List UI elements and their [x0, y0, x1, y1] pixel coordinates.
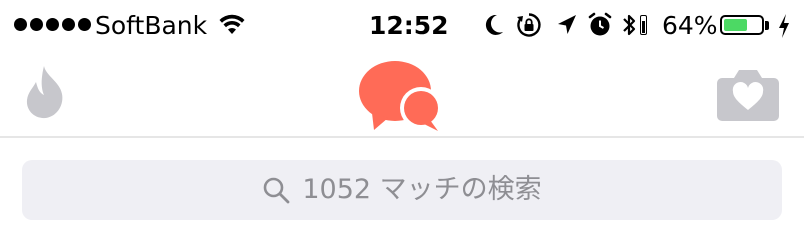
signal-dot	[62, 18, 75, 31]
bluetooth-icon	[623, 14, 636, 36]
signal-dot	[14, 18, 27, 31]
signal-dot	[78, 18, 91, 31]
status-bar: SoftBank 12:52 64%	[0, 0, 804, 52]
signal-dot	[46, 18, 59, 31]
carrier-name: SoftBank	[95, 11, 208, 40]
signal-strength-indicator	[14, 18, 91, 31]
charging-bolt-icon	[779, 14, 789, 38]
battery-level-fill	[724, 19, 748, 31]
wifi-icon	[219, 14, 245, 34]
battery-percentage: 64%	[662, 11, 718, 40]
rotation-lock-icon	[517, 13, 541, 37]
accessory-battery-icon	[640, 15, 647, 35]
search-bar[interactable]: 1052 マッチの検索	[22, 160, 782, 220]
alarm-icon	[588, 12, 612, 36]
battery-nub	[765, 21, 769, 30]
search-content: 1052 マッチの検索	[262, 173, 542, 207]
messages-tab-button[interactable]	[358, 58, 448, 136]
search-icon	[264, 177, 290, 204]
flame-icon	[26, 66, 63, 119]
moon-icon	[485, 14, 503, 35]
status-time: 12:52	[369, 11, 449, 40]
search-placeholder: 1052 マッチの検索	[302, 174, 542, 205]
battery-icon	[720, 15, 764, 35]
chat-bubbles-icon	[359, 61, 442, 131]
camera-heart-icon	[717, 70, 779, 121]
signal-dot	[30, 18, 43, 31]
moments-tab-button[interactable]	[716, 66, 780, 122]
discover-tab-button[interactable]	[22, 64, 72, 120]
top-navigation-bar	[0, 52, 804, 138]
location-arrow-icon	[558, 15, 576, 34]
screen: SoftBank 12:52 64% 1052 マッチの検索	[0, 0, 804, 250]
